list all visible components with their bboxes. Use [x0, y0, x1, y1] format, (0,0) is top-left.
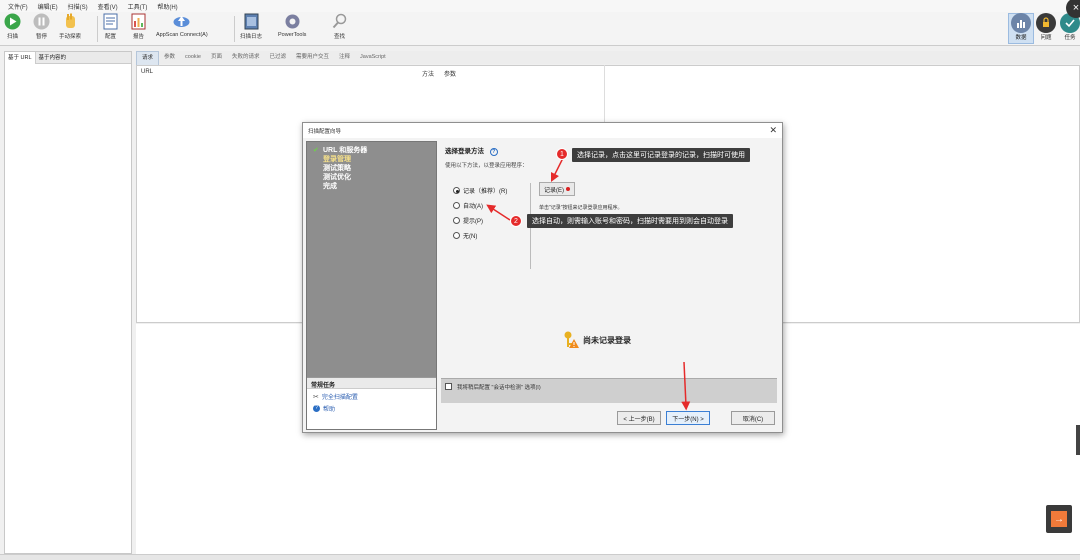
menu-help[interactable]: 帮助(H)	[157, 2, 177, 11]
section-title: 选择登录方法 ?	[445, 145, 498, 156]
close-icon: ×	[1072, 2, 1080, 14]
radio-indicator	[453, 232, 460, 239]
section-description: 使用以下方法，以登录应用程序：	[445, 163, 528, 169]
callout-automatic: 选择自动，则需输入账号和密码，扫描时需要用到则会自动登录	[527, 214, 733, 228]
column-header-params[interactable]: 参数	[444, 69, 456, 78]
lock-icon	[1036, 13, 1056, 33]
close-icon: ✕	[769, 125, 777, 135]
dialog-title: 扫描配置向导	[303, 123, 782, 138]
export-button[interactable]: →	[1046, 505, 1072, 533]
step-test-policy[interactable]: 测试策略	[313, 164, 367, 173]
report-button[interactable]: 报告	[130, 13, 147, 40]
callout-badge-1: 1	[556, 148, 568, 160]
radio-record[interactable]: 记录（推荐）(R)	[453, 186, 507, 195]
config-button[interactable]: 配置	[102, 13, 119, 40]
column-header-url[interactable]: URL	[141, 69, 153, 75]
status-bar	[0, 554, 1080, 560]
radio-indicator	[453, 187, 460, 194]
pause-icon	[33, 13, 50, 30]
help-icon[interactable]: ?	[489, 148, 498, 156]
log-icon	[243, 13, 260, 30]
tab-content-based[interactable]: 基于内容的	[36, 52, 70, 64]
tab-cookie[interactable]: cookie	[180, 51, 206, 64]
configure-later-checkbox[interactable]	[445, 383, 452, 390]
tab-url-based[interactable]: 基于 URL	[5, 51, 36, 64]
gear-icon	[284, 13, 301, 30]
manual-explore-button[interactable]: 手动探索	[59, 13, 81, 40]
step-login-management[interactable]: 登录管理	[313, 155, 367, 164]
radio-indicator	[453, 202, 460, 209]
scan-log-button[interactable]: 扫描日志	[240, 13, 262, 40]
common-tasks: 常规任务 ✂ 完全扫描配置 ? 帮助	[307, 377, 436, 429]
tab-failed-requests[interactable]: 失败的请求	[227, 51, 265, 64]
callout-badge-2: 2	[510, 215, 522, 227]
help-link[interactable]: ? 帮助	[307, 401, 436, 413]
appscan-connect-button[interactable]: AppScan Connect(A)	[156, 13, 208, 38]
wizard-content: 选择登录方法 ? 使用以下方法，以登录应用程序： 记录（推荐）(R) 自动(A)…	[441, 141, 780, 430]
hand-icon	[62, 13, 79, 30]
data-icon	[1011, 13, 1031, 33]
dialog-close-button[interactable]: ✕	[769, 125, 777, 136]
step-test-optimization[interactable]: 测试优化	[313, 173, 367, 182]
menu-tools[interactable]: 工具(T)	[128, 2, 148, 11]
configure-later-label: 我将稍后配置 "会话中检测" 选项(I)	[457, 385, 541, 391]
radio-automatic[interactable]: 自动(A)	[453, 201, 483, 210]
in-session-option-bar: 我将稍后配置 "会话中检测" 选项(I)	[441, 378, 777, 403]
record-hint: 单击"记录"按钮来记录登录应用程序。	[539, 205, 623, 211]
record-dot-icon	[566, 187, 570, 191]
find-button[interactable]: 查找	[331, 13, 348, 40]
powertools-button[interactable]: PowerTools	[278, 13, 306, 38]
cloud-upload-icon	[173, 13, 190, 30]
radio-none[interactable]: 无(N)	[453, 231, 477, 240]
common-tasks-header: 常规任务	[307, 378, 436, 389]
tab-pages[interactable]: 页面	[206, 51, 227, 64]
tools-icon: ✂	[313, 393, 319, 401]
help-icon: ?	[313, 405, 320, 412]
tab-comments[interactable]: 注释	[334, 51, 355, 64]
prev-button[interactable]: < 上一步(B)	[617, 411, 661, 425]
scan-button[interactable]: 扫描	[4, 13, 21, 40]
scan-config-wizard: 扫描配置向导 ✕ ✔ URL 和服务器 登录管理 测试策略 测试优化 完成 常规任…	[302, 122, 783, 433]
tab-user-interaction[interactable]: 需要用户交互	[291, 51, 334, 64]
login-status: 尚未记录登录	[563, 331, 631, 349]
next-button[interactable]: 下一步(N) >	[666, 411, 710, 425]
full-scan-config-link[interactable]: ✂ 完全扫描配置	[307, 389, 436, 402]
callout-record: 选择记录，点击这里可记录登录的记录，扫描时可使用	[572, 148, 750, 162]
cancel-button[interactable]: 取消(C)	[731, 411, 775, 425]
menu-view[interactable]: 查看(V)	[98, 2, 118, 11]
tab-javascript[interactable]: JavaScript	[355, 51, 391, 64]
radio-prompt[interactable]: 提示(P)	[453, 216, 483, 225]
wizard-steps: ✔ URL 和服务器 登录管理 测试策略 测试优化 完成	[313, 146, 367, 191]
toolbar: 扫描 暂停 手动探索 配置 报告 AppScan Connect(A) 扫描日志…	[0, 12, 1080, 46]
column-header-method[interactable]: 方法	[422, 69, 434, 78]
menu-scan[interactable]: 扫描(S)	[68, 2, 88, 11]
record-button[interactable]: 记录(E)	[539, 182, 575, 196]
toolbar-separator	[97, 16, 98, 42]
url-tree-tabs: 基于 URL 基于内容的	[5, 51, 131, 64]
tab-parameters[interactable]: 参数	[159, 51, 180, 64]
issues-view-button[interactable]: 问题	[1036, 13, 1056, 41]
tab-filtered[interactable]: 已过滤	[264, 51, 291, 64]
check-icon: ✔	[313, 147, 319, 154]
wizard-steps-panel: ✔ URL 和服务器 登录管理 测试策略 测试优化 完成 常规任务 ✂ 完全扫描配…	[306, 141, 437, 430]
url-tree-panel: 基于 URL 基于内容的	[4, 51, 132, 554]
radio-indicator	[453, 217, 460, 224]
detail-tabs: 请求 参数 cookie 页面 失败的请求 已过滤 需要用户交互 注释 Java…	[136, 50, 1080, 65]
config-icon	[102, 13, 119, 30]
search-icon	[331, 13, 348, 30]
menu-bar: 文件(F) 编辑(E) 扫描(S) 查看(V) 工具(T) 帮助(H)	[0, 0, 1080, 12]
step-url-server[interactable]: ✔ URL 和服务器	[313, 146, 367, 155]
key-warning-icon	[564, 331, 579, 348]
arrow-right-icon: →	[1051, 511, 1067, 527]
side-panel-tab[interactable]	[1076, 425, 1080, 455]
menu-file[interactable]: 文件(F)	[8, 2, 28, 11]
step-finish[interactable]: 完成	[313, 182, 367, 191]
menu-edit[interactable]: 编辑(E)	[38, 2, 58, 11]
report-icon	[130, 13, 147, 30]
pause-button[interactable]: 暂停	[33, 13, 50, 40]
play-icon	[4, 13, 21, 30]
tab-requests[interactable]: 请求	[136, 50, 160, 65]
toolbar-separator	[234, 16, 235, 42]
data-view-button[interactable]: 数据	[1011, 13, 1031, 41]
